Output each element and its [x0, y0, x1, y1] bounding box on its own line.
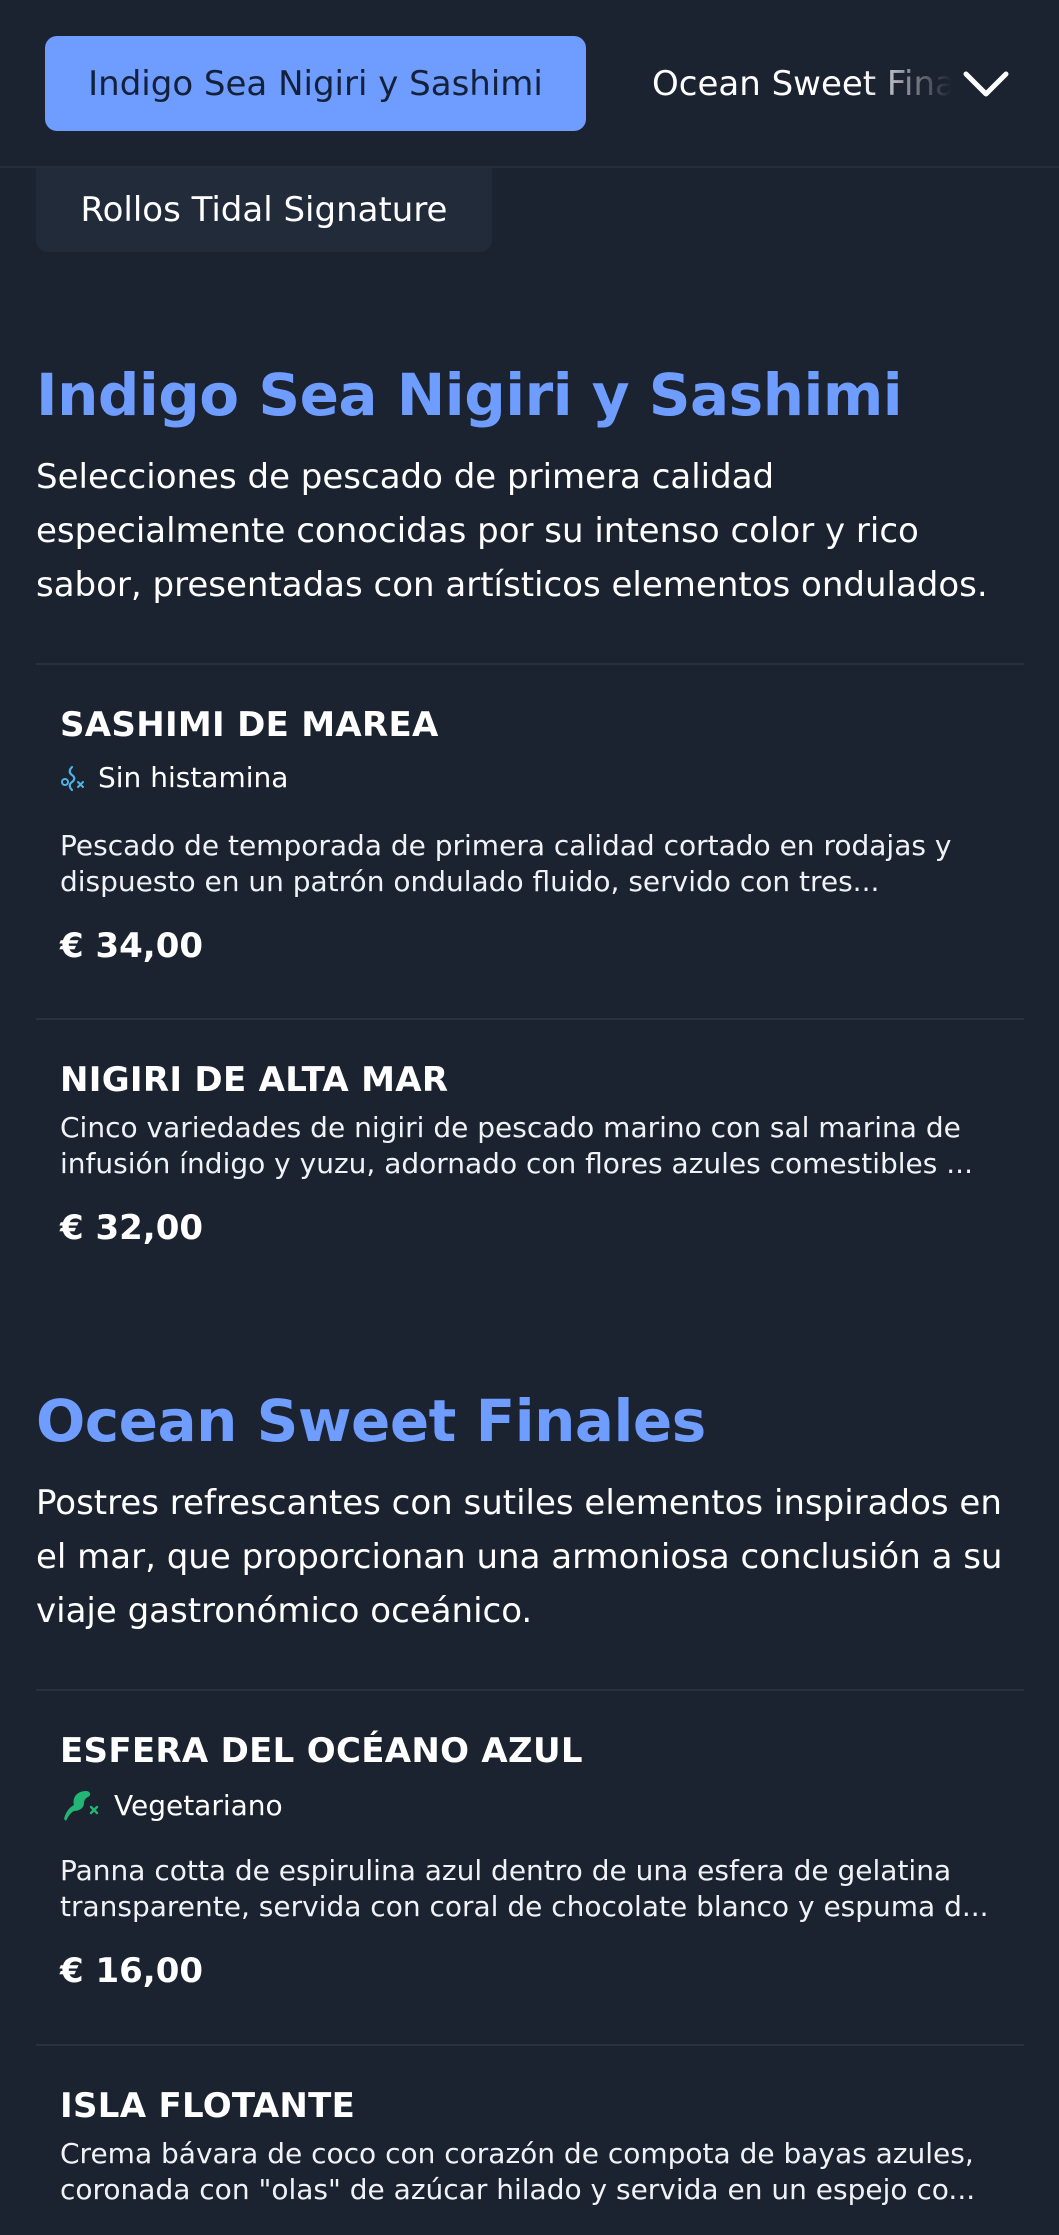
- chevron-down-icon[interactable]: [958, 60, 1014, 108]
- dietary-tag: Vegetariano: [60, 1787, 1000, 1823]
- menu-section-ocean-sweet: Ocean Sweet Finales Postres refrescantes…: [36, 1392, 1024, 1638]
- category-tab-indigo-sea[interactable]: Indigo Sea Nigiri y Sashimi: [45, 36, 586, 131]
- menu-item-esfera-del-oceano-azul[interactable]: ESFERA DEL OCÉANO AZUL Vegetariano Panna…: [36, 1689, 1024, 2044]
- item-name: ISLA FLOTANTE: [60, 2086, 356, 2126]
- item-description: Crema bávara de coco con corazón de comp…: [60, 2137, 976, 2206]
- section-description: Selecciones de pescado de primera calida…: [36, 457, 988, 605]
- item-name: SASHIMI DE MAREA: [60, 705, 439, 745]
- dietary-tag-label: Vegetariano: [114, 1788, 283, 1822]
- item-name: NIGIRI DE ALTA MAR: [60, 1060, 449, 1100]
- dietary-tag-label: Sin histamina: [98, 761, 289, 794]
- item-description: Pescado de temporada de primera calidad …: [60, 829, 952, 898]
- vegetarian-icon: [64, 1791, 99, 1821]
- category-tab-label: Rollos Tidal Signature: [80, 190, 448, 230]
- section-description: Postres refrescantes con sutiles element…: [36, 1483, 1003, 1631]
- item-price: € 34,00: [60, 926, 204, 966]
- category-tab-label: Indigo Sea Nigiri y Sashimi: [88, 63, 543, 104]
- menu-item-isla-flotante[interactable]: ISLA FLOTANTE Crema bávara de coco con c…: [36, 2044, 1024, 2235]
- category-tab-ocean-sweet[interactable]: Ocean Sweet Finales: [652, 36, 952, 131]
- menu-item-sashimi-de-marea[interactable]: SASHIMI DE MAREA Sin histamina Pescado d…: [36, 663, 1024, 1018]
- section-title: Ocean Sweet Finales: [36, 1387, 706, 1455]
- dietary-tag: Sin histamina: [60, 761, 1000, 794]
- item-name: ESFERA DEL OCÉANO AZUL: [60, 1731, 583, 1771]
- histamine-free-icon: [61, 765, 84, 791]
- section-title: Indigo Sea Nigiri y Sashimi: [36, 361, 903, 429]
- item-price: € 16,00: [60, 1951, 204, 1991]
- category-tab-label: Ocean Sweet Finales: [652, 63, 952, 104]
- category-nav: Indigo Sea Nigiri y Sashimi Ocean Sweet …: [0, 0, 1059, 168]
- menu-section-indigo-sea: Indigo Sea Nigiri y Sashimi Selecciones …: [36, 366, 1024, 612]
- item-description: Cinco variedades de nigiri de pescado ma…: [60, 1111, 973, 1180]
- menu-item-nigiri-de-alta-mar[interactable]: NIGIRI DE ALTA MAR Cinco variedades de n…: [36, 1018, 1024, 1258]
- item-description: Panna cotta de espirulina azul dentro de…: [60, 1854, 989, 1923]
- item-price: € 32,00: [60, 1208, 204, 1248]
